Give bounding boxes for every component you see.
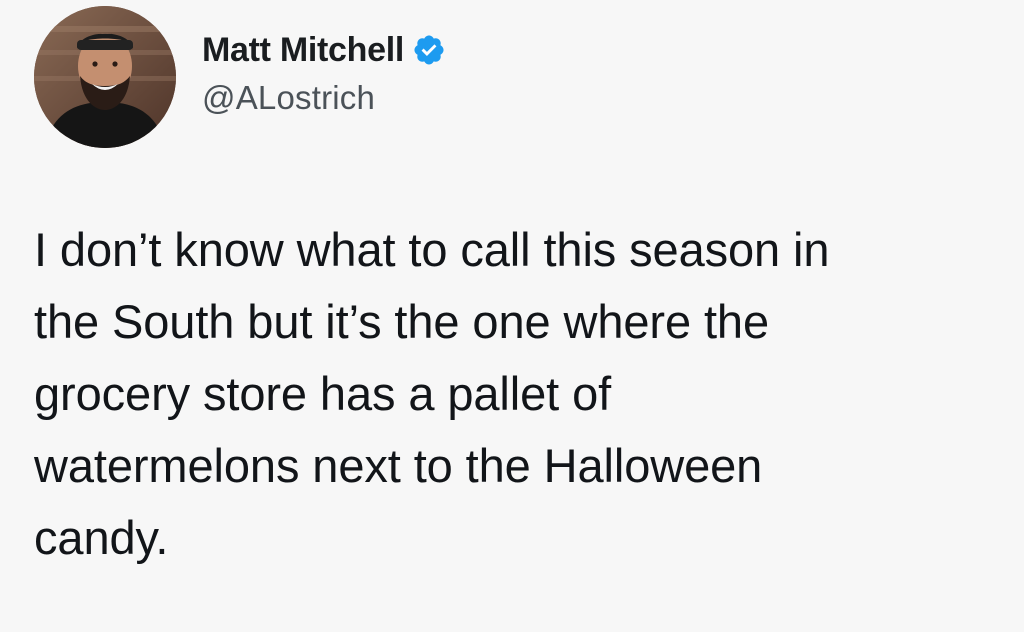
author-identity: Matt Mitchell @ALostrich [202, 27, 446, 117]
name-row: Matt Mitchell [202, 27, 446, 73]
verified-badge-icon [412, 33, 446, 67]
avatar-image [34, 6, 176, 148]
tweet-text: I don’t know what to call this season in… [34, 223, 830, 564]
user-handle[interactable]: @ALostrich [202, 79, 446, 117]
avatar[interactable] [34, 6, 176, 148]
tweet-card: Matt Mitchell @ALostrich I don’t know wh… [0, 0, 1024, 632]
tweet-header: Matt Mitchell @ALostrich [34, 6, 446, 148]
display-name[interactable]: Matt Mitchell [202, 31, 404, 70]
